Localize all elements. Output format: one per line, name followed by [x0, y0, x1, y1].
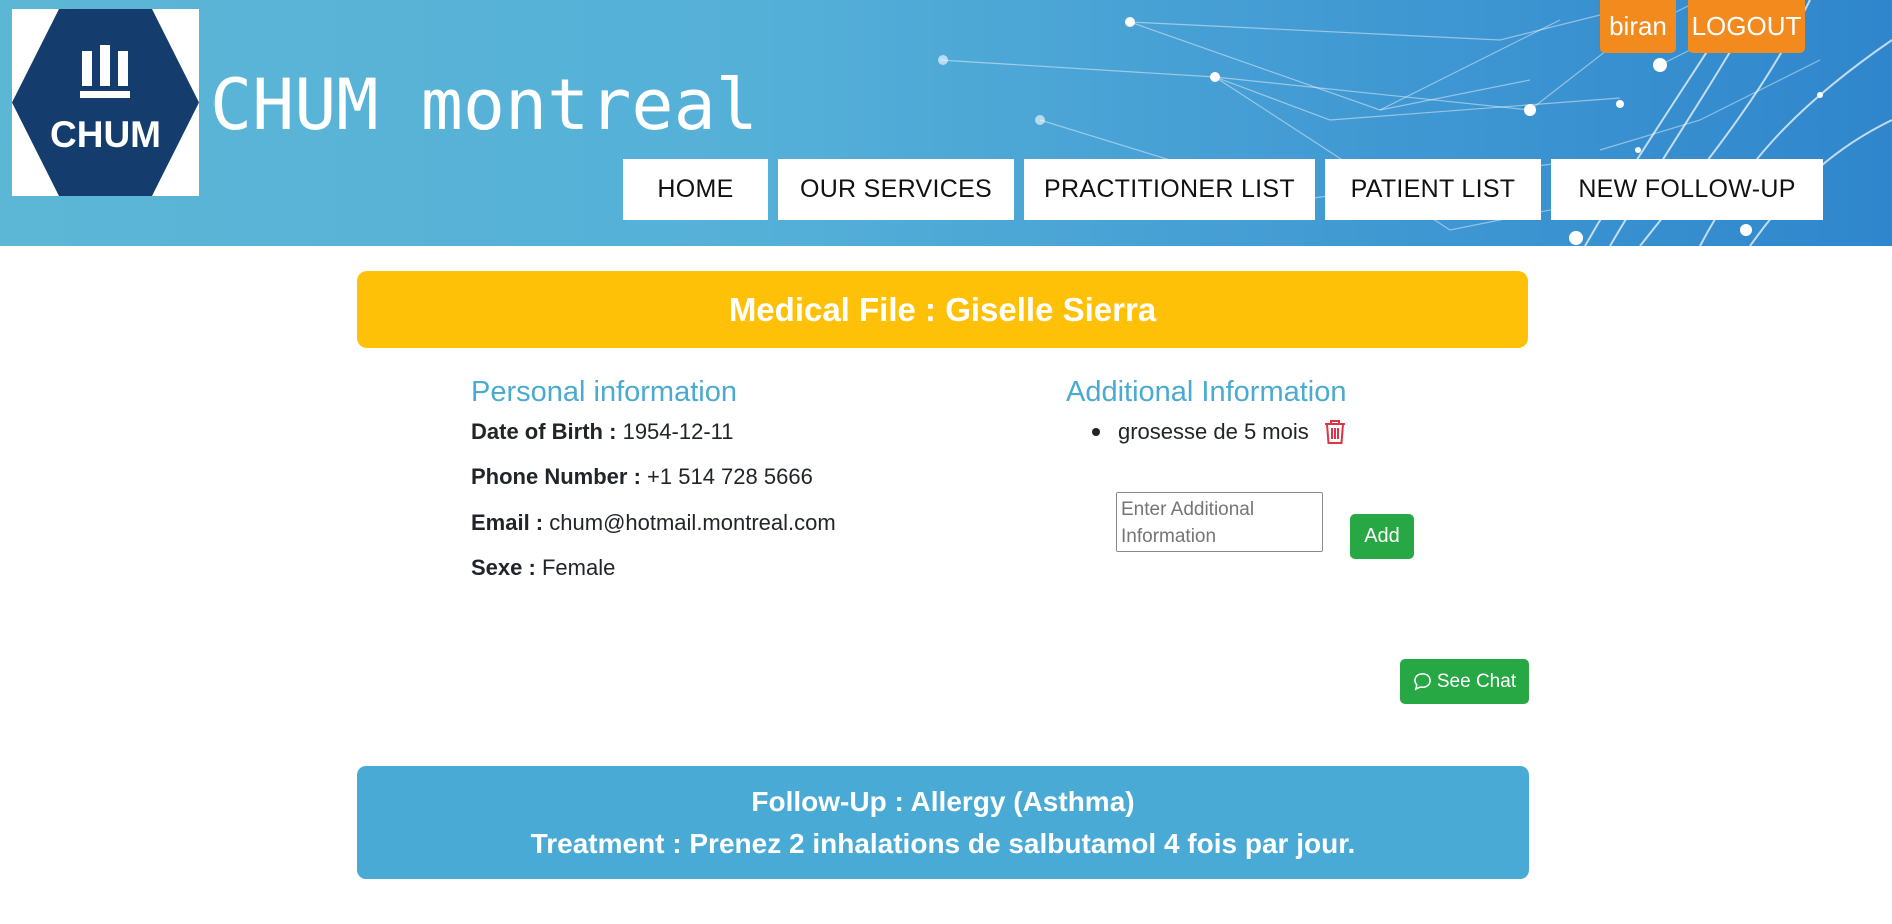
email-value: chum@hotmail.montreal.com: [549, 510, 836, 535]
nav-our-services[interactable]: OUR SERVICES: [778, 159, 1014, 220]
nav-patient-list[interactable]: PATIENT LIST: [1325, 159, 1541, 220]
sex-label: Sexe :: [471, 555, 536, 580]
logout-button[interactable]: LOGOUT: [1688, 0, 1805, 53]
see-chat-button[interactable]: See Chat: [1400, 659, 1529, 704]
personal-info-heading: Personal information: [471, 376, 737, 408]
user-button[interactable]: biran: [1600, 0, 1676, 53]
medical-file-title: Medical File : Giselle Sierra: [357, 271, 1528, 348]
chum-logo-hexagon: CHUM: [12, 9, 199, 196]
nav-home[interactable]: HOME: [623, 159, 768, 220]
logo-text: CHUM: [50, 114, 161, 155]
email-row: Email : chum@hotmail.montreal.com: [471, 508, 836, 538]
dob-label: Date of Birth :: [471, 419, 617, 444]
additional-info-input[interactable]: [1116, 492, 1323, 552]
sex-value: Female: [541, 555, 616, 580]
follow-up-title: Follow-Up : Allergy (Asthma): [751, 785, 1135, 817]
bullet-icon: [1092, 428, 1100, 436]
dob-value: 1954-12-11: [622, 419, 734, 444]
site-title: CHUM montreal: [210, 64, 758, 146]
follow-up-card[interactable]: Follow-Up : Allergy (Asthma) Treatment :…: [357, 766, 1529, 879]
see-chat-label: See Chat: [1436, 670, 1517, 692]
dob-row: Date of Birth : 1954-12-11: [471, 417, 733, 447]
trash-icon[interactable]: [1323, 419, 1347, 445]
phone-row: Phone Number : +1 514 728 5666: [471, 462, 813, 492]
follow-up-treatment: Treatment : Prenez 2 inhalations de salb…: [530, 827, 1356, 859]
phone-value: +1 514 728 5666: [647, 464, 813, 489]
nav-new-follow-up[interactable]: NEW FOLLOW-UP: [1551, 159, 1823, 220]
additional-info-item-text: grosesse de 5 mois: [1118, 419, 1309, 444]
phone-label: Phone Number :: [471, 464, 641, 489]
nav-practitioner-list[interactable]: PRACTITIONER LIST: [1024, 159, 1315, 220]
email-label: Email :: [471, 510, 544, 535]
chum-logo[interactable]: CHUM: [12, 9, 199, 196]
add-button[interactable]: Add: [1350, 514, 1414, 559]
chat-bubble-icon: [1414, 673, 1431, 691]
sex-row: Sexe : Female: [471, 553, 615, 583]
additional-info-item: grosesse de 5 mois: [1090, 417, 1347, 447]
additional-info-heading: Additional Information: [1066, 376, 1347, 408]
header-banner: CHUM CHUM montreal biran LOGOUT HOME OUR…: [0, 0, 1892, 246]
